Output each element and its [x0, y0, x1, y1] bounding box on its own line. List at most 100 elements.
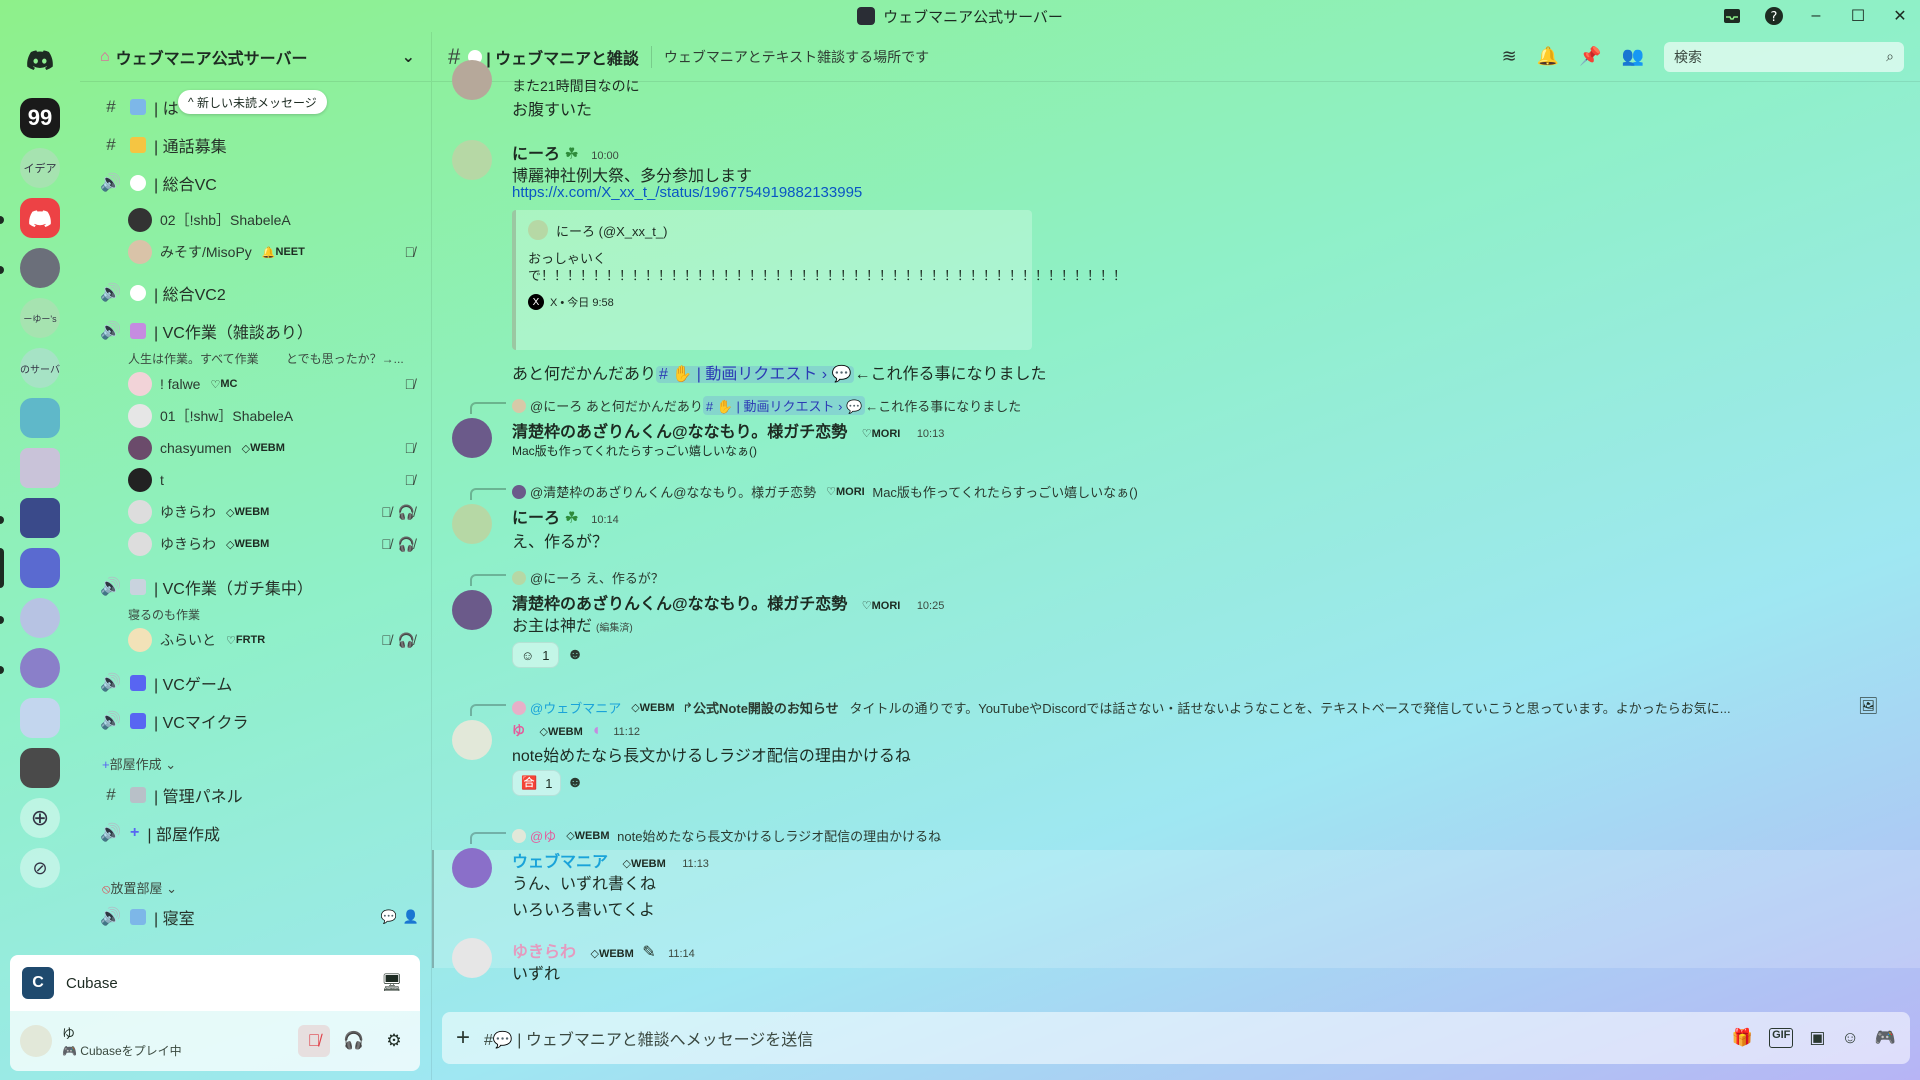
voice-channel-minecraft[interactable]: 🔊 | VCマイクラ — [100, 706, 419, 736]
guild-avatar-8[interactable] — [20, 398, 60, 438]
avatar[interactable] — [452, 418, 492, 458]
gift-icon[interactable]: 🎁 — [1732, 1028, 1753, 1048]
reply-preview[interactable]: @にーろ あと何だかんだあり # ✋ | 動画リクエスト › 💬 ←これ作る事に… — [512, 396, 1021, 415]
voice-member[interactable]: みそす/MisoPy 🔔 NEET 🎙̸ — [128, 238, 415, 266]
settings-button[interactable]: ⚙ — [378, 1025, 410, 1057]
message-link[interactable]: https://x.com/X_xx_t_/status/19677549198… — [512, 184, 862, 201]
voice-channel-bedroom[interactable]: 🔊 | 寝室 💬 👤 — [100, 902, 419, 932]
guild-avatar-13[interactable] — [20, 648, 60, 688]
headphones-button[interactable]: 🎧 — [338, 1025, 370, 1057]
gamepad-icon[interactable]: 🎮 — [1875, 1028, 1896, 1048]
avatar[interactable] — [452, 590, 492, 630]
channel-call-recruit[interactable]: # | 通話募集 — [100, 130, 419, 160]
discord-home-button[interactable] — [20, 40, 60, 80]
avatar[interactable] — [452, 140, 492, 180]
voice-member[interactable]: ゆきらわ ◇ WEBM 🎙̸ 🎧̸ — [128, 530, 415, 558]
message-author[interactable]: にーろ — [512, 146, 560, 163]
guild-avatar-9[interactable] — [20, 448, 60, 488]
sticker-icon[interactable]: ▣ — [1809, 1028, 1825, 1048]
upload-plus-icon[interactable]: + — [456, 1024, 470, 1052]
threads-icon[interactable]: ≋ — [1502, 46, 1517, 67]
gif-icon[interactable]: GIF — [1769, 1028, 1794, 1048]
channel-mention[interactable]: # ✋ | 動画リクエスト › 💬 — [656, 366, 855, 383]
channel-mention[interactable]: # ✋ | 動画リクエスト › 💬 — [702, 396, 866, 415]
guild-7[interactable]: のサーバ — [20, 348, 60, 388]
voice-member[interactable]: 02［!shb］ShabeleA — [128, 206, 415, 234]
maximize-icon[interactable]: ☐ — [1848, 6, 1868, 26]
role-tag: ♡ MORI — [826, 485, 865, 499]
voice-channel-focus[interactable]: 🔊 | VC作業（ガチ集中） — [100, 572, 419, 602]
guild-6[interactable]: ーゆー's — [20, 298, 60, 338]
minimize-icon[interactable]: – — [1806, 6, 1826, 26]
reply-preview[interactable]: @清楚枠のあざりんくん@ななもり。様ガチ恋勢 ♡ MORI Mac版も作ってくれた… — [512, 482, 1138, 501]
channel-admin-panel[interactable]: # | 管理パネル — [100, 780, 419, 810]
reaction-chip[interactable]: 🈴 1 — [512, 770, 562, 796]
voice-channel-general[interactable]: 🔊 | 総合VC — [100, 168, 419, 198]
guild-avatar-12[interactable] — [20, 598, 60, 638]
guild-avatar-5[interactable] — [20, 248, 60, 288]
guild-avatar-15[interactable] — [20, 748, 60, 788]
mic-muted-icon: 🎙̸ — [381, 631, 392, 648]
avatar[interactable] — [20, 1025, 52, 1057]
avatar[interactable] — [452, 938, 492, 978]
add-server-button[interactable]: ⊕ — [20, 798, 60, 838]
message-author[interactable]: 清楚枠のあざりんくん@ななもり。様ガチ恋勢 — [512, 596, 847, 613]
server-header[interactable]: ⌂ ウェブマニア公式サーバー ⌄ — [80, 32, 431, 82]
channel-topic[interactable]: ウェブマニアとテキスト雑談する場所です — [664, 47, 1502, 67]
add-member-icon[interactable]: 👤 — [403, 909, 419, 925]
reply-preview[interactable]: @にーろ え、作るが？ — [512, 568, 664, 587]
bell-icon[interactable]: 🔔 — [1537, 46, 1559, 67]
help-icon[interactable]: ? — [1764, 6, 1784, 26]
message-author[interactable]: ゆ — [512, 723, 525, 738]
emoji-icon[interactable]: ☺ — [1841, 1028, 1858, 1048]
discover-button[interactable]: ⊘ — [20, 848, 60, 888]
pin-icon[interactable]: 📌 — [1579, 46, 1601, 67]
message-author[interactable]: ゆきらわ — [512, 944, 576, 961]
message-input[interactable]: #💬 | ウェブマニアと雑談へメッセージを送信 — [484, 1026, 1732, 1050]
members-icon[interactable]: 👥 — [1622, 46, 1644, 67]
avatar[interactable] — [452, 60, 492, 100]
add-reaction-button[interactable]: ☻ — [562, 770, 588, 796]
guild-quote[interactable]: 99 — [20, 98, 60, 138]
guild-idea[interactable]: イデア — [20, 148, 60, 188]
message-author[interactable]: にーろ — [512, 510, 560, 527]
category-idle-room[interactable]: ⦸放置部屋 ⌄ — [102, 878, 177, 897]
voice-member[interactable]: ! falwe ♡ MC 🎙̸ — [128, 370, 415, 398]
reply-preview[interactable]: @ウェブマニア ◇ WEBM ↱ 公式Note開設のお知らせ タイトルの通りです。… — [512, 698, 1731, 717]
screen-share-icon[interactable]: 🖥 — [376, 967, 408, 999]
guild-avatar-11[interactable] — [20, 548, 60, 588]
reply-preview[interactable]: @ゆ ◇ WEBM note始めたなら長文かけるしラジオ配信の理由かけるね — [512, 826, 941, 845]
voice-channel-general-2[interactable]: 🔊 | 総合VC2 — [100, 278, 419, 308]
close-icon[interactable]: ✕ — [1890, 6, 1910, 26]
message-composer[interactable]: + #💬 | ウェブマニアと雑談へメッセージを送信 🎁 GIF ▣ ☺ 🎮 — [442, 1012, 1910, 1064]
mic-muted-button[interactable]: 🎙̸ — [298, 1025, 330, 1057]
chat-bubble-icon[interactable]: 💬 — [381, 909, 397, 925]
inbox-icon[interactable] — [1722, 6, 1742, 26]
add-reaction-button[interactable]: ☻ — [562, 642, 588, 668]
activity-panel[interactable]: C Cubase 🖥 — [10, 955, 420, 1011]
voice-channel-create-room[interactable]: 🔊 + | 部屋作成 — [100, 818, 419, 848]
pencil-icon: ✎ — [642, 944, 656, 961]
avatar[interactable] — [452, 848, 492, 888]
voice-channel-game[interactable]: 🔊 | VCゲーム — [100, 668, 419, 698]
voice-member[interactable]: ゆきらわ ◇ WEBM 🎙̸ 🎧̸ — [128, 498, 415, 526]
guild-avatar-14[interactable] — [20, 698, 60, 738]
message-author[interactable]: 清楚枠のあざりんくん@ななもり。様ガチ恋勢 — [512, 424, 847, 441]
voice-member[interactable]: 01［!shw］ShabeleA — [128, 402, 415, 430]
image-attachment-icon[interactable]: 🖼 — [1858, 696, 1878, 716]
voice-channel-work-chat[interactable]: 🔊 | VC作業（雑談あり） — [100, 316, 419, 346]
voice-member[interactable]: ふらいと ♡ FRTR 🎙̸ 🎧̸ — [128, 626, 415, 654]
search-input[interactable]: 検索 ⌕ — [1664, 41, 1904, 72]
avatar[interactable] — [452, 720, 492, 760]
category-create-room[interactable]: +部屋作成 ⌄ — [102, 754, 176, 773]
category-label: 部屋作成 — [109, 757, 162, 772]
guild-avatar-10[interactable] — [20, 498, 60, 538]
reaction-chip[interactable]: ☺ 1 — [512, 642, 559, 668]
voice-member[interactable]: chasyumen ◇ WEBM 🎙̸ — [128, 434, 415, 462]
embed-author[interactable]: にーろ (@X_xx_t_) — [556, 221, 667, 240]
message-author[interactable]: ウェブマニア — [512, 854, 608, 871]
avatar[interactable] — [452, 504, 492, 544]
voice-member[interactable]: t 🎙̸ — [128, 466, 415, 494]
guild-discord[interactable] — [20, 198, 60, 238]
new-unread-pill[interactable]: ^ 新しい未読メッセージ — [178, 90, 327, 114]
